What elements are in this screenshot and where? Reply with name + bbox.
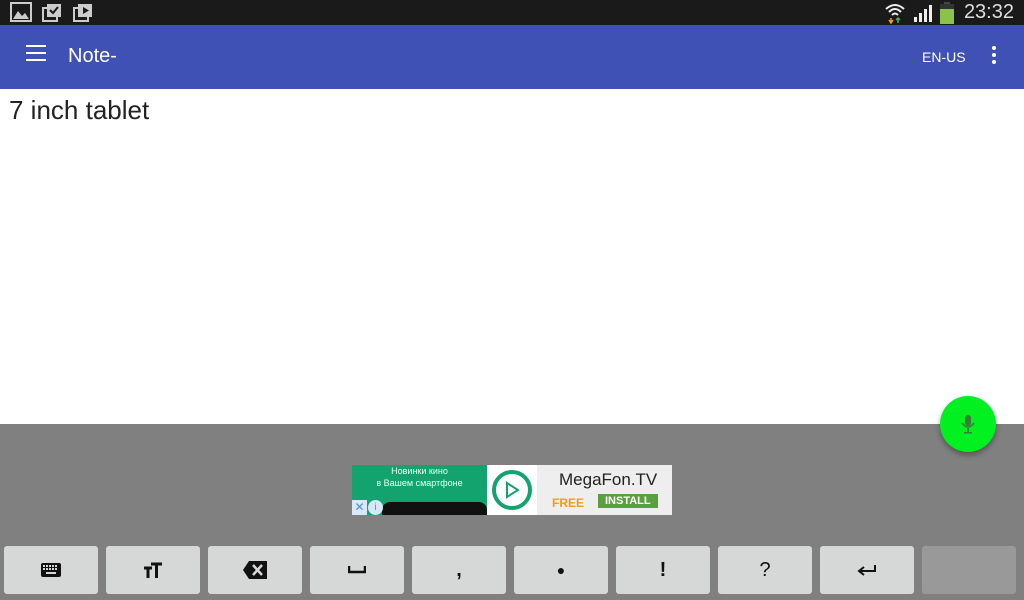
play-icon [506,481,520,499]
app-title: Note- [68,45,117,67]
punctuation-keyboard: , ● ! ? [4,546,1016,594]
enter-key[interactable] [820,546,914,594]
signal-icon [913,4,932,22]
ad-free-label: FREE [552,496,585,510]
text-size-icon [144,562,162,578]
exclamation-key[interactable]: ! [616,546,710,594]
more-vert-icon [984,46,1004,64]
status-bar: 23:32 [0,0,1024,25]
period-key[interactable]: ● [514,546,608,594]
mic-icon [961,415,975,434]
question-key[interactable]: ? [718,546,812,594]
battery-icon [939,1,954,24]
ad-close-icon[interactable]: ✕ [352,500,367,515]
wifi-icon [885,3,905,24]
ad-promo-line1: Новинки кино [391,466,448,476]
ad-install-button[interactable]: INSTALL [598,494,658,508]
overflow-menu-button[interactable] [984,45,1004,69]
ad-info-icon[interactable]: i [368,500,383,515]
keyboard-key[interactable] [4,546,98,594]
clock: 23:32 [963,1,1014,23]
hamburger-icon [18,45,54,61]
blank-key [922,546,1016,594]
ad-brand: MegaFon.TV [559,470,658,489]
language-button[interactable]: EN-US [922,49,966,65]
ad-promo-panel: Новинки кино в Вашем смартфоне ✕ i [352,465,487,515]
text-size-key[interactable] [106,546,200,594]
menu-button[interactable] [18,45,54,69]
clipboard-check-icon [42,4,61,22]
media-play-bag-icon [73,4,92,22]
comma-key[interactable]: , [412,546,506,594]
enter-icon [857,565,876,576]
backspace-key[interactable] [208,546,302,594]
phone-image [382,502,487,515]
space-key[interactable] [310,546,404,594]
note-text-area[interactable] [0,89,1024,424]
ad-logo [487,465,537,515]
ad-promo-line2: в Вашем смартфоне [376,478,463,488]
space-icon [348,566,366,574]
voice-input-button[interactable] [940,396,996,452]
ad-banner[interactable]: Новинки кино в Вашем смартфоне ✕ i MegaF… [352,465,672,515]
notification-icons [10,2,94,22]
app-bar: Note- EN-US [0,25,1024,89]
ad-info-panel: MegaFon.TV FREE INSTALL [537,465,672,515]
keyboard-icon [41,563,61,577]
backspace-icon [243,561,267,579]
gallery-icon [10,2,32,22]
